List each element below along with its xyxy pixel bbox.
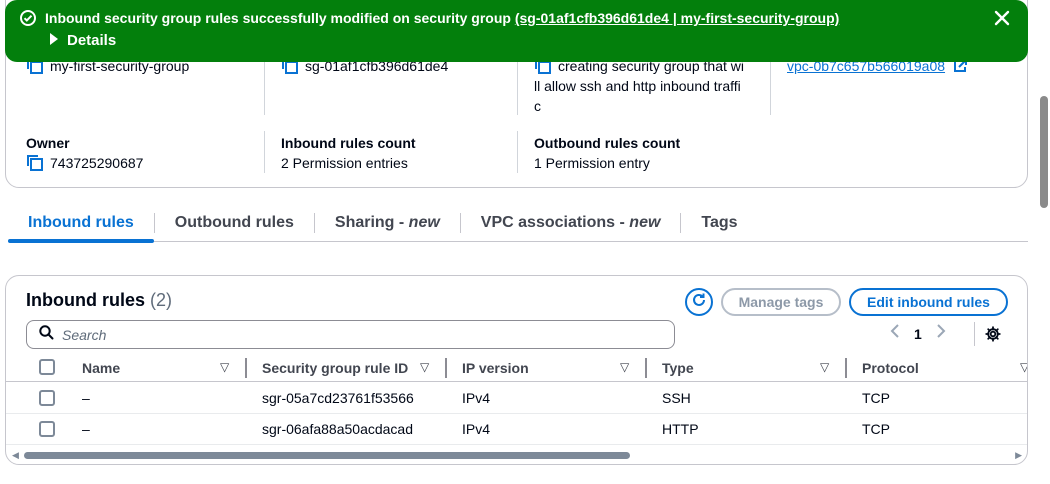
tab-sharing[interactable]: Sharing - new xyxy=(315,205,460,242)
column-header-ip-version[interactable]: IP version xyxy=(462,360,529,376)
outbound-count-label: Outbound rules count xyxy=(534,135,681,151)
row-checkbox[interactable] xyxy=(39,390,55,406)
table-row[interactable]: – sgr-05a7cd23761f53566 IPv4 SSH TCP xyxy=(6,383,1027,414)
search-input[interactable] xyxy=(62,326,622,343)
sort-caret-icon[interactable]: ▽ xyxy=(220,360,229,374)
column-header-type[interactable]: Type xyxy=(662,360,694,376)
column-header-protocol[interactable]: Protocol xyxy=(862,360,919,376)
tab-inbound-rules[interactable]: Inbound rules xyxy=(8,205,154,243)
gear-icon[interactable] xyxy=(985,326,1001,347)
table-header: Name ▽ Security group rule ID ▽ IP versi… xyxy=(6,354,1027,382)
scroll-right-icon[interactable]: ▶ xyxy=(1015,450,1022,461)
refresh-button[interactable] xyxy=(685,288,713,316)
page-scrollbar-thumb[interactable] xyxy=(1040,96,1048,208)
edit-inbound-rules-button[interactable]: Edit inbound rules xyxy=(849,288,1008,316)
search-field[interactable] xyxy=(26,320,675,349)
sort-caret-icon[interactable]: ▽ xyxy=(620,360,629,374)
inbound-count-value: 2 Permission entries xyxy=(281,155,408,171)
horizontal-scrollbar[interactable]: ◀ ▶ xyxy=(12,450,1022,460)
column-header-name[interactable]: Name xyxy=(82,360,120,376)
select-all-checkbox[interactable] xyxy=(39,359,55,375)
cell-name: – xyxy=(82,390,90,406)
column-divider xyxy=(264,131,265,173)
column-resizer[interactable] xyxy=(645,358,647,378)
column-header-rule-id[interactable]: Security group rule ID xyxy=(262,360,408,376)
copy-icon[interactable] xyxy=(26,154,44,172)
column-resizer[interactable] xyxy=(845,358,847,378)
sort-caret-icon[interactable]: ▽ xyxy=(1020,360,1027,374)
tab-vpc-associations[interactable]: VPC associations - new xyxy=(461,205,681,242)
sort-caret-icon[interactable]: ▽ xyxy=(420,360,429,374)
pagination: 1 xyxy=(890,324,946,343)
cell-protocol: TCP xyxy=(862,421,890,437)
cell-ip-version: IPv4 xyxy=(462,421,491,437)
security-group-link[interactable]: (sg-01af1cfb396d61de4 | my-first-securit… xyxy=(515,10,839,26)
manage-tags-button[interactable]: Manage tags xyxy=(721,288,841,316)
cell-type: HTTP xyxy=(662,421,699,437)
owner-label: Owner xyxy=(26,135,70,151)
table-row[interactable]: – sgr-06afa88a50acdacad IPv4 HTTP TCP xyxy=(6,414,1027,445)
cell-type: SSH xyxy=(662,390,691,406)
row-checkbox[interactable] xyxy=(39,421,55,437)
column-resizer[interactable] xyxy=(445,358,447,378)
search-icon xyxy=(39,324,54,345)
outbound-count-value: 1 Permission entry xyxy=(534,155,650,171)
security-group-tabs: Inbound rules Outbound rules Sharing - n… xyxy=(8,205,1028,243)
banner-message: Inbound security group rules successfull… xyxy=(45,9,839,27)
cell-name: – xyxy=(82,421,90,437)
close-icon[interactable] xyxy=(992,8,1012,28)
refresh-icon xyxy=(691,292,707,313)
details-expander[interactable]: Details xyxy=(49,32,116,49)
sg-description-value: creating security group that wi ll allow… xyxy=(534,58,744,114)
current-page[interactable]: 1 xyxy=(914,326,922,342)
tab-outbound-rules[interactable]: Outbound rules xyxy=(155,205,314,242)
owner-value: 743725290687 xyxy=(26,153,143,173)
success-flash-banner: Inbound security group rules successfull… xyxy=(5,0,1028,62)
cell-rule-id: sgr-05a7cd23761f53566 xyxy=(262,390,414,406)
tab-tags[interactable]: Tags xyxy=(681,205,757,242)
cell-rule-id: sgr-06afa88a50acdacad xyxy=(262,421,414,437)
caret-right-icon xyxy=(49,32,59,49)
banner-message-text: Inbound security group rules successfull… xyxy=(45,10,511,26)
pager-divider xyxy=(974,322,975,346)
success-check-icon xyxy=(20,10,36,31)
cell-protocol: TCP xyxy=(862,390,890,406)
column-resizer[interactable] xyxy=(245,358,247,378)
inbound-count-label: Inbound rules count xyxy=(281,135,416,151)
inbound-rules-panel: Inbound rules (2) Manage tags Edit inbou… xyxy=(5,275,1028,465)
chevron-right-icon[interactable] xyxy=(936,324,946,343)
sort-caret-icon[interactable]: ▽ xyxy=(820,360,829,374)
panel-title: Inbound rules (2) xyxy=(26,290,173,310)
column-divider xyxy=(517,131,518,173)
scroll-left-icon[interactable]: ◀ xyxy=(12,450,19,461)
rules-count: (2) xyxy=(150,290,173,310)
cell-ip-version: IPv4 xyxy=(462,390,491,406)
details-label: Details xyxy=(67,32,117,49)
chevron-left-icon[interactable] xyxy=(890,324,900,343)
scrollbar-thumb[interactable] xyxy=(24,452,630,459)
